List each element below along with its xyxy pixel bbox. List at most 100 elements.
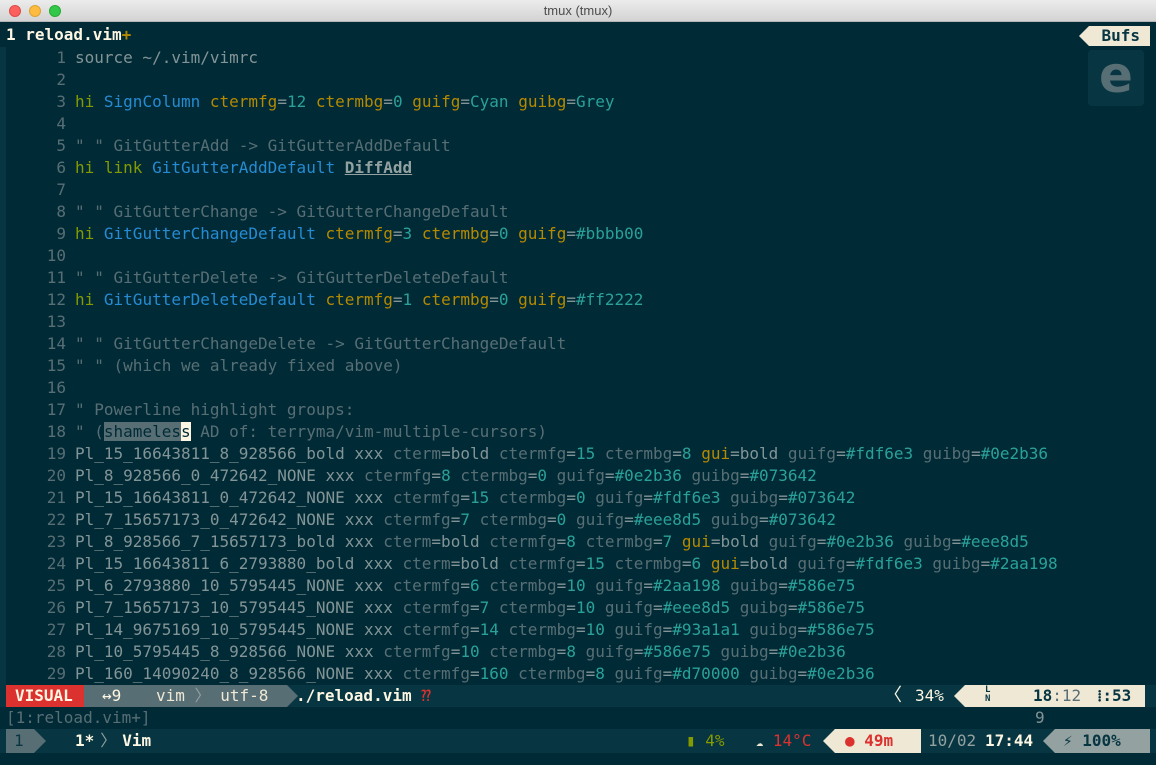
code-token: #eee8d5 <box>662 598 740 617</box>
code-line[interactable]: 25 Pl_6_2793880_10_5795445_NONE xxx cterm… <box>0 575 856 597</box>
code-token: " " GitGutterChangeDelete -> GitGutterCh… <box>75 334 567 353</box>
code-line[interactable]: 8 " " GitGutterChange -> GitGutterChangeD… <box>0 201 508 223</box>
code-token: #eee8d5 <box>961 532 1029 551</box>
code-token: 0 <box>556 510 576 529</box>
code-token: guifg <box>556 466 605 485</box>
tmux-window-tab[interactable]: 1* 〉 Vim <box>75 729 151 753</box>
code-token: guibg <box>518 92 567 111</box>
code-token: ctermfg <box>392 488 461 507</box>
temperature: 14°C <box>772 731 812 750</box>
code-line[interactable]: 12 hi GitGutterDeleteDefault ctermfg=1 ct… <box>0 289 644 311</box>
code-token: 3 <box>402 224 422 243</box>
code-line[interactable]: 20 Pl_8_928566_0_472642_NONE xxx ctermfg=… <box>0 465 817 487</box>
code-token: = <box>653 532 663 551</box>
code-token: ctermbg <box>315 92 384 111</box>
command-line[interactable]: [1:reload.vim+] 9 <box>0 707 1156 729</box>
code-token: = <box>951 532 962 551</box>
cloud-icon: ☁ <box>756 735 764 749</box>
line-number: 5 <box>56 136 66 155</box>
time: 17:44 <box>985 731 1034 750</box>
code-token: #eee8d5 <box>633 510 711 529</box>
code-token: = <box>739 466 750 485</box>
code-line[interactable]: 15 " " (which we already fixed above) <box>0 355 403 377</box>
code-token: = <box>469 598 480 617</box>
code-token: 0 <box>392 92 413 111</box>
filetype-encoding: vim 〉 utf-8 <box>149 685 298 707</box>
power-status: ⚡ 100% <box>1043 729 1150 753</box>
code-token: = <box>556 576 567 595</box>
bufs-label[interactable]: Bufs <box>1079 26 1150 46</box>
code-token: #0e2b36 <box>614 466 692 485</box>
code-line[interactable]: 18 " (shameless AD of: terryma/vim-multip… <box>0 421 547 443</box>
code-token: source ~/.vim/vimrc <box>75 48 259 67</box>
code-token: 8 <box>566 642 586 661</box>
code-token: = <box>980 554 991 573</box>
code-line[interactable]: 3 hi SignColumn ctermfg=12 ctermbg=0 guif… <box>0 91 615 113</box>
code-line[interactable]: 17 " Powerline highlight groups: <box>0 399 355 421</box>
filename: ./reload.vim ⁇ <box>296 685 431 707</box>
line-number: 28 <box>46 642 66 661</box>
code-token: SignColumn <box>103 92 210 111</box>
code-line[interactable]: 4 <box>0 113 75 135</box>
column-number: :12 <box>1052 686 1082 705</box>
code-line[interactable]: 2 <box>0 69 75 91</box>
code-token: ctermbg <box>508 620 576 639</box>
code-line[interactable]: 29 Pl_160_14090240_8_928566_NONE xxx cter… <box>0 663 875 685</box>
code-token: hi <box>75 290 104 309</box>
code-token: guifg <box>585 642 634 661</box>
line-number: 13 <box>46 312 66 331</box>
code-line[interactable]: 5 " " GitGutterAdd -> GitGutterAddDefault <box>0 135 450 157</box>
code-token: ctermbg <box>489 576 557 595</box>
code-token: Grey <box>576 92 615 111</box>
tab-reload-vim[interactable]: 1 reload.vim+ <box>6 24 131 46</box>
line-number: 8 <box>56 202 66 221</box>
code-token: =bold <box>710 532 769 551</box>
code-token: = <box>797 664 808 683</box>
code-line[interactable]: 9 hi GitGutterChangeDefault ctermfg=3 cte… <box>0 223 643 245</box>
chevron-right-icon: 〉 <box>100 731 117 750</box>
tmux-session[interactable]: 1 <box>6 729 46 753</box>
code-token: GitGutterAddDefault <box>152 158 345 177</box>
code-line[interactable]: 26 Pl_7_15657173_10_5795445_NONE xxx cter… <box>0 597 865 619</box>
code-token: 160 <box>479 664 519 683</box>
code-token: Pl_160_14090240_8_928566_NONE xxx <box>75 664 403 683</box>
line-number: 6 <box>56 158 66 177</box>
code-token: = <box>450 642 461 661</box>
code-token: = <box>816 532 827 551</box>
code-token: ctermbg <box>489 642 557 661</box>
code-line[interactable]: 11 " " GitGutterDelete -> GitGutterDelete… <box>0 267 509 289</box>
line-number: 20 <box>46 466 66 485</box>
code-line[interactable]: 28 Pl_10_5795445_8_928566_NONE xxx ctermf… <box>0 641 846 663</box>
line-number: 26 <box>46 598 66 617</box>
line-number: 4 <box>56 114 66 133</box>
code-token: 6 <box>469 576 490 595</box>
code-line[interactable]: 6 hi link GitGutterAddDefault DiffAdd <box>0 157 412 179</box>
code-token: 8 <box>566 532 586 551</box>
filetype: vim <box>156 686 185 705</box>
code-token: 15 <box>469 488 499 507</box>
code-line[interactable]: 27 Pl_14_9675169_10_5795445_NONE xxx cter… <box>0 619 875 641</box>
code-token: 0 <box>498 290 519 309</box>
date: 10/02 <box>928 731 977 750</box>
code-line[interactable]: 1 source ~/.vim/vimrc <box>0 47 258 69</box>
code-token: = <box>566 224 576 243</box>
code-line[interactable]: 13 <box>0 311 75 333</box>
code-line[interactable]: 23 Pl_8_928566_7_15657173_bold xxx cterm=… <box>0 531 1029 553</box>
line-number: 25 <box>46 576 66 595</box>
line-number: 22 <box>46 510 66 529</box>
code-line[interactable]: 24 Pl_15_16643811_6_2793880_bold xxx cter… <box>0 553 1058 575</box>
code-line[interactable]: 10 <box>0 245 75 267</box>
chevron-left-icon: 〈 <box>884 685 902 706</box>
code-line[interactable]: 7 <box>0 179 75 201</box>
line-number: 18 <box>46 422 66 441</box>
code-token: guifg <box>604 598 654 617</box>
code-line[interactable]: 22 Pl_7_15657173_0_472642_NONE xxx ctermf… <box>0 509 836 531</box>
editor-buffer[interactable]: 1 source ~/.vim/vimrc 2 3 hi SignColumn cter… <box>0 47 1156 685</box>
code-line[interactable]: 19 Pl_15_16643811_8_928566_bold xxx cterm… <box>0 443 1048 465</box>
line-number: 27 <box>46 620 66 639</box>
code-line[interactable]: 21 Pl_15_16643811_0_472642_NONE xxx cterm… <box>0 487 856 509</box>
code-line[interactable]: 16 <box>0 377 75 399</box>
code-token: ctermbg <box>585 532 653 551</box>
code-line[interactable]: 14 " " GitGutterChangeDelete -> GitGutter… <box>0 333 567 355</box>
code-token: Pl_8_928566_0_472642_NONE xxx <box>75 466 364 485</box>
